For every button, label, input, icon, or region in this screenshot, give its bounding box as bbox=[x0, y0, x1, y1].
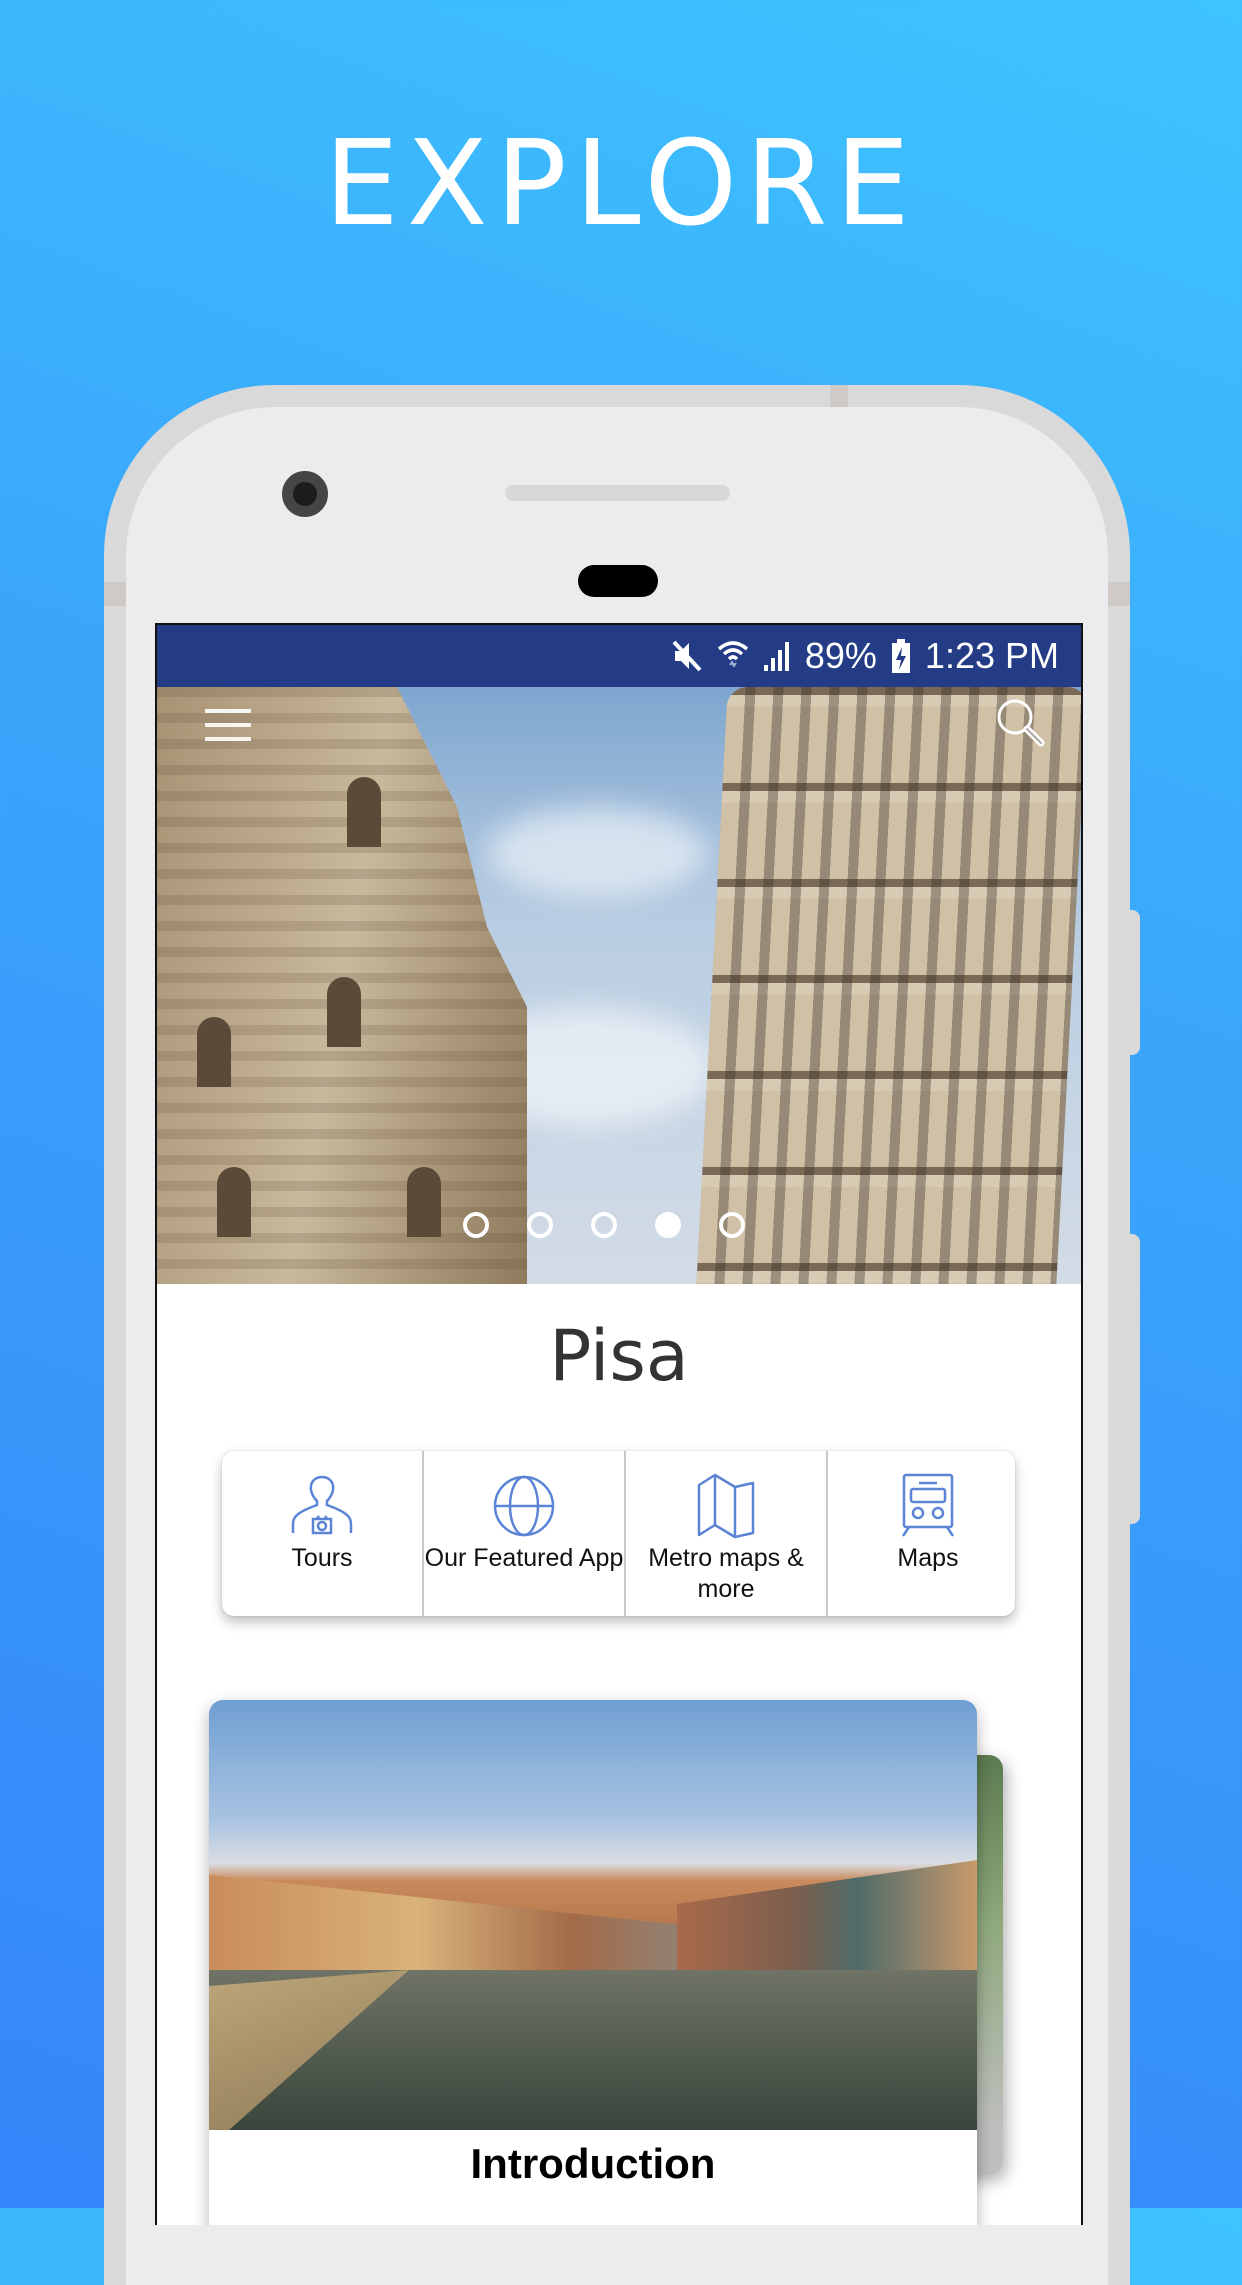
quick-link-label: Maps bbox=[897, 1544, 959, 1572]
proximity-sensor bbox=[578, 565, 658, 597]
battery-charging-icon bbox=[891, 639, 910, 673]
carousel-dot-4[interactable] bbox=[655, 1212, 681, 1238]
status-bar: 89% 1:23 PM bbox=[157, 625, 1081, 687]
tour-guide-icon bbox=[291, 1475, 353, 1535]
quick-link-maps[interactable]: Maps bbox=[828, 1451, 1028, 1616]
quick-link-metro-maps[interactable]: Metro maps & more bbox=[626, 1451, 828, 1616]
city-title: Pisa bbox=[549, 1315, 689, 1397]
promo-headline: EXPLORE bbox=[324, 114, 918, 252]
clock: 1:23 PM bbox=[924, 635, 1059, 676]
quick-link-label: Tours bbox=[291, 1544, 353, 1572]
front-camera bbox=[282, 471, 328, 517]
arch bbox=[347, 777, 381, 847]
mute-icon bbox=[672, 640, 702, 672]
wifi-icon bbox=[717, 641, 748, 668]
card-title: Introduction bbox=[470, 2140, 716, 2187]
carousel-pagination bbox=[157, 1212, 1081, 1238]
cell-signal-icon bbox=[763, 642, 789, 671]
carousel-dot-1[interactable] bbox=[463, 1212, 489, 1238]
volume-button bbox=[1130, 1234, 1140, 1524]
quick-link-featured-app[interactable]: Our Featured App bbox=[424, 1451, 626, 1616]
cloud bbox=[487, 807, 707, 897]
leaning-tower-image bbox=[696, 687, 1081, 1284]
river-arno-image bbox=[209, 1700, 977, 2130]
phone-seam-top bbox=[830, 385, 848, 407]
tower-columns bbox=[696, 687, 1081, 1284]
arch bbox=[197, 1017, 231, 1087]
earpiece-speaker bbox=[505, 485, 730, 501]
cathedral-image bbox=[157, 687, 527, 1284]
right-bank-buildings bbox=[677, 1860, 977, 1970]
hamburger-menu-icon[interactable] bbox=[205, 709, 251, 743]
battery-percent: 89% bbox=[804, 635, 877, 676]
quick-links-bar: Tours Our Featured App Metro maps & more bbox=[222, 1451, 1015, 1616]
phone-seam-right bbox=[1108, 582, 1130, 606]
arch bbox=[327, 977, 361, 1047]
phone-seam-left bbox=[104, 582, 126, 606]
globe-icon bbox=[493, 1475, 555, 1537]
hero-carousel[interactable] bbox=[157, 687, 1081, 1284]
quick-link-label: Our Featured App bbox=[424, 1544, 624, 1572]
left-bank-buildings bbox=[209, 1875, 729, 1975]
train-icon bbox=[901, 1473, 955, 1537]
folded-map-icon bbox=[697, 1473, 755, 1539]
carousel-dot-5[interactable] bbox=[719, 1212, 745, 1238]
carousel-dot-3[interactable] bbox=[591, 1212, 617, 1238]
power-button bbox=[1130, 910, 1140, 1055]
search-icon[interactable] bbox=[993, 695, 1047, 749]
carousel-dot-2[interactable] bbox=[527, 1212, 553, 1238]
phone-screen: 89% 1:23 PM Pisa Tours Our Featured App … bbox=[155, 623, 1083, 2225]
introduction-card[interactable]: Introduction bbox=[209, 1700, 977, 2225]
quick-link-label: Metro maps & more bbox=[648, 1544, 804, 1603]
quick-link-tours[interactable]: Tours bbox=[222, 1451, 424, 1616]
